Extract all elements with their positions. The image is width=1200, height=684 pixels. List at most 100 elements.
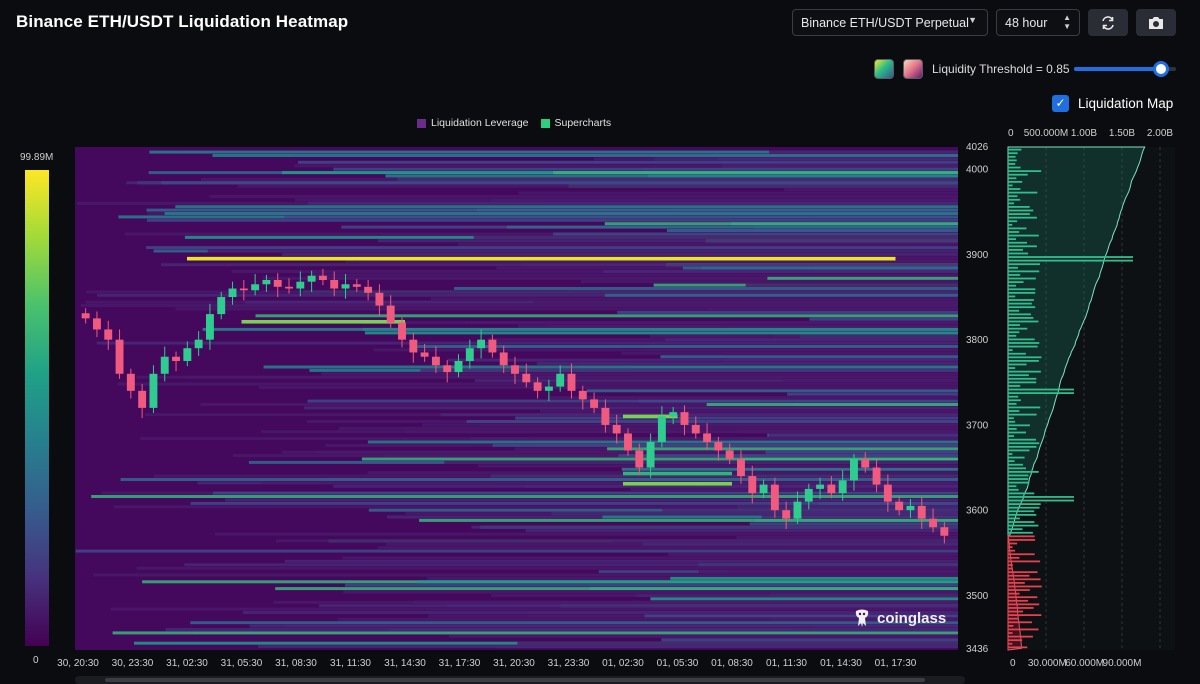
side-liquidation-bar xyxy=(1008,506,1040,509)
side-liquidation-bar xyxy=(1008,431,1026,434)
candle-body xyxy=(115,339,124,374)
liquidation-level-line xyxy=(187,256,896,261)
liquidity-band xyxy=(377,546,958,550)
candle-body xyxy=(217,297,226,315)
liquidity-band xyxy=(449,634,958,638)
side-liquidation-bar xyxy=(1008,324,1020,326)
side-liquidation-bar xyxy=(1008,628,1039,631)
side-liquidation-bar xyxy=(1008,470,1039,473)
side-liquidation-bar xyxy=(1008,231,1020,233)
side-liquidation-bar xyxy=(1008,352,1026,355)
liquidity-band xyxy=(603,270,958,273)
side-liquidation-bar xyxy=(1008,320,1039,323)
side-liquidation-bar xyxy=(1008,166,1021,169)
liquidity-band xyxy=(258,645,959,649)
time-scrollbar-thumb[interactable] xyxy=(105,678,925,682)
side-liquidation-bar xyxy=(1008,163,1016,165)
liquidity-band xyxy=(670,576,958,580)
candle-body xyxy=(149,373,158,408)
candle-body xyxy=(691,424,700,434)
side-liquidation-bar xyxy=(1008,542,1018,545)
side-liquidation-bar xyxy=(1008,241,1028,244)
candle-body xyxy=(578,390,587,400)
side-liquidation-bar xyxy=(1008,463,1023,466)
heatmap-chart[interactable]: 30, 20:30 30, 23:30 31, 02:30 31, 05:30 31, … xyxy=(0,0,1200,684)
liquidity-band xyxy=(607,447,958,451)
side-liquidation-bar xyxy=(1008,370,1041,373)
liquidity-band xyxy=(632,600,958,604)
x-tick-label: 31, 05:30 xyxy=(221,658,263,669)
liquidity-band xyxy=(665,338,958,342)
side-liquidation-bar xyxy=(1008,223,1013,226)
liquidity-band xyxy=(701,266,958,270)
liquidity-band xyxy=(243,611,958,614)
liquidity-band xyxy=(765,450,958,454)
candle-body xyxy=(511,365,519,374)
side-liquidation-bar xyxy=(1008,202,1015,205)
liquidity-band xyxy=(761,515,958,519)
side-liquidation-bar xyxy=(1008,377,1037,380)
side-liquidation-bar xyxy=(1008,567,1013,570)
liquidity-band xyxy=(389,628,958,631)
candle-body xyxy=(205,314,214,340)
side-liquidation-bar xyxy=(1008,177,1017,180)
candle-body xyxy=(262,279,271,285)
candle-body xyxy=(929,518,938,528)
liquidity-band xyxy=(604,293,958,297)
liquidity-band xyxy=(364,331,958,335)
side-liquidation-bar xyxy=(1008,510,1035,513)
side-liquidation-bar xyxy=(1008,381,1037,384)
liquidity-band xyxy=(263,365,959,369)
liquidity-band xyxy=(447,604,958,608)
liquidity-band xyxy=(312,273,958,277)
side-liquidation-bar xyxy=(1008,478,1029,480)
liquidity-band xyxy=(768,433,958,437)
side-liquidation-bar xyxy=(1008,445,1037,448)
liquidity-band xyxy=(465,321,958,325)
candle-body xyxy=(409,339,418,353)
liquidity-band xyxy=(294,154,958,157)
liquidity-band xyxy=(214,532,958,536)
side-liquidation-bar xyxy=(1008,345,1038,348)
side-liquidation-bar xyxy=(1008,173,1028,176)
y-tick-label: 3700 xyxy=(966,420,989,431)
liquidity-band xyxy=(146,218,958,222)
liquidity-band xyxy=(630,488,958,492)
liquidity-band xyxy=(146,246,959,250)
side-liquidation-bar xyxy=(1008,449,1030,452)
liquidity-band xyxy=(190,501,958,505)
side-liquidation-bar xyxy=(1008,209,1034,212)
liquidity-band xyxy=(617,310,958,314)
liquidity-band xyxy=(184,563,959,567)
candle-body xyxy=(296,281,305,289)
liquidity-band xyxy=(120,478,958,481)
liquidity-band xyxy=(200,177,958,181)
side-liquidation-bar xyxy=(1008,238,1017,241)
candle-body xyxy=(827,484,836,494)
side-liquidation-bar xyxy=(1008,374,1029,377)
y-tick-label: 3600 xyxy=(966,506,989,517)
side-liquidation-bar xyxy=(1008,248,1023,251)
side-liquidation-bar xyxy=(1008,191,1038,194)
candle-body xyxy=(386,305,395,323)
liquidity-band xyxy=(297,160,958,164)
side-liquidation-bar xyxy=(1008,642,1013,645)
liquidity-band xyxy=(517,641,958,645)
side-liquidation-bar xyxy=(1008,388,1074,391)
side-liquidation-bar xyxy=(1008,356,1042,359)
liquidity-band xyxy=(809,317,958,321)
side-liquidation-bar xyxy=(1008,453,1013,455)
candle-body xyxy=(567,373,576,391)
liquidity-band xyxy=(378,239,958,243)
liquidity-band xyxy=(304,406,959,410)
liquidity-band xyxy=(209,194,958,198)
liquidity-band xyxy=(548,396,958,400)
candle-body xyxy=(770,484,779,511)
side-liquidation-bar xyxy=(1008,485,1017,488)
liquidity-band xyxy=(784,188,958,192)
time-scrollbar[interactable] xyxy=(75,676,965,684)
candle-body xyxy=(793,501,802,519)
candle-body xyxy=(940,527,949,536)
side-liquidation-bar xyxy=(1008,152,1018,155)
candle-body xyxy=(330,279,339,289)
